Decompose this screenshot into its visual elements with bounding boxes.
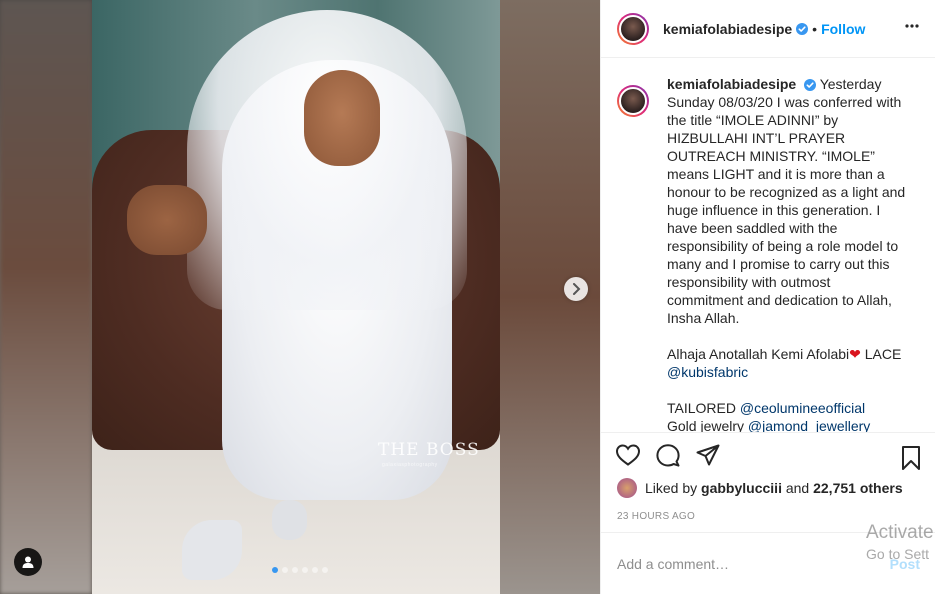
os-activation-watermark-sub: Go to Sett	[866, 546, 930, 562]
mention-link[interactable]: @kubisfabric	[667, 364, 748, 380]
face	[304, 70, 380, 166]
likes-summary: Liked by gabbylucciii and 22,751 others	[617, 478, 903, 498]
carousel-dot	[272, 567, 278, 573]
avatar[interactable]	[617, 478, 637, 498]
more-options-icon[interactable]	[904, 18, 920, 39]
caption-time: Yesterday	[819, 76, 882, 92]
verified-badge-icon	[804, 79, 817, 91]
caption-text: kemiafolabiadesipe Yesterday Sunday 08/0…	[667, 75, 907, 432]
credit-jewelry-prefix: Gold jewelry	[667, 418, 748, 432]
carousel-indicator	[272, 567, 328, 573]
comments-section[interactable]: kemiafolabiadesipe Yesterday Sunday 08/0…	[601, 59, 935, 432]
caption-username[interactable]: kemiafolabiadesipe	[667, 76, 796, 92]
photo-watermark: THE BOSS	[378, 440, 480, 460]
mention-link[interactable]: @ceolumineeofficial	[740, 400, 865, 416]
likes-count[interactable]: 22,751 others	[813, 480, 903, 496]
shoe	[272, 500, 307, 540]
photo-watermark-sub: galaxiasphotography	[382, 462, 438, 468]
carousel-dot	[282, 567, 288, 573]
paper-plane-icon[interactable]	[695, 443, 721, 482]
likes-prefix: Liked by	[645, 480, 698, 496]
credit-tailored-prefix: TAILORED	[667, 400, 740, 416]
post-side-panel: kemiafolabiadesipe • Follow kemiafolabia…	[600, 0, 935, 594]
carousel-next-button[interactable]	[564, 277, 588, 301]
carousel-dot	[312, 567, 318, 573]
avatar[interactable]	[617, 85, 649, 117]
chevron-right-icon	[573, 283, 581, 295]
comment-input[interactable]	[617, 555, 882, 572]
post-actions	[601, 432, 935, 482]
credit-lace-prefix: Alhaja Anotallah Kemi Afolabi	[667, 346, 850, 362]
carousel-prev-image-blur	[0, 0, 92, 594]
carousel-next-image-blur	[500, 0, 600, 594]
comment-bubble-icon[interactable]	[655, 443, 681, 482]
os-activation-watermark: Activate	[866, 522, 934, 543]
arm	[127, 185, 207, 255]
avatar[interactable]	[617, 12, 649, 45]
post-media[interactable]: THE BOSS galaxiasphotography	[0, 0, 600, 594]
shoe	[182, 520, 242, 580]
liked-by-user[interactable]: gabbylucciii	[701, 480, 782, 496]
likes-middle: and	[785, 480, 810, 496]
caption-body: Sunday 08/03/20 I was conferred with the…	[667, 94, 906, 326]
post-photo[interactable]: THE BOSS galaxiasphotography	[92, 0, 500, 594]
post-author-username[interactable]: kemiafolabiadesipe	[663, 21, 792, 37]
caption: kemiafolabiadesipe Yesterday Sunday 08/0…	[617, 75, 920, 432]
post-header: kemiafolabiadesipe • Follow	[601, 0, 935, 58]
post-timestamp[interactable]: 23 hours ago	[617, 511, 695, 522]
user-tag-button[interactable]	[14, 548, 42, 576]
follow-button[interactable]: Follow	[821, 21, 865, 37]
red-heart-emoji: ❤	[849, 346, 861, 362]
header-separator: •	[812, 20, 818, 37]
credit-lace-suffix: LACE	[860, 346, 902, 362]
carousel-dot	[292, 567, 298, 573]
bookmark-icon[interactable]	[900, 445, 922, 476]
heart-icon[interactable]	[615, 443, 641, 482]
mention-link[interactable]: @jamond_jewellery	[748, 418, 870, 432]
carousel-dot	[322, 567, 328, 573]
carousel-dot	[302, 567, 308, 573]
user-tag-icon	[22, 556, 34, 568]
verified-badge-icon	[796, 22, 809, 35]
